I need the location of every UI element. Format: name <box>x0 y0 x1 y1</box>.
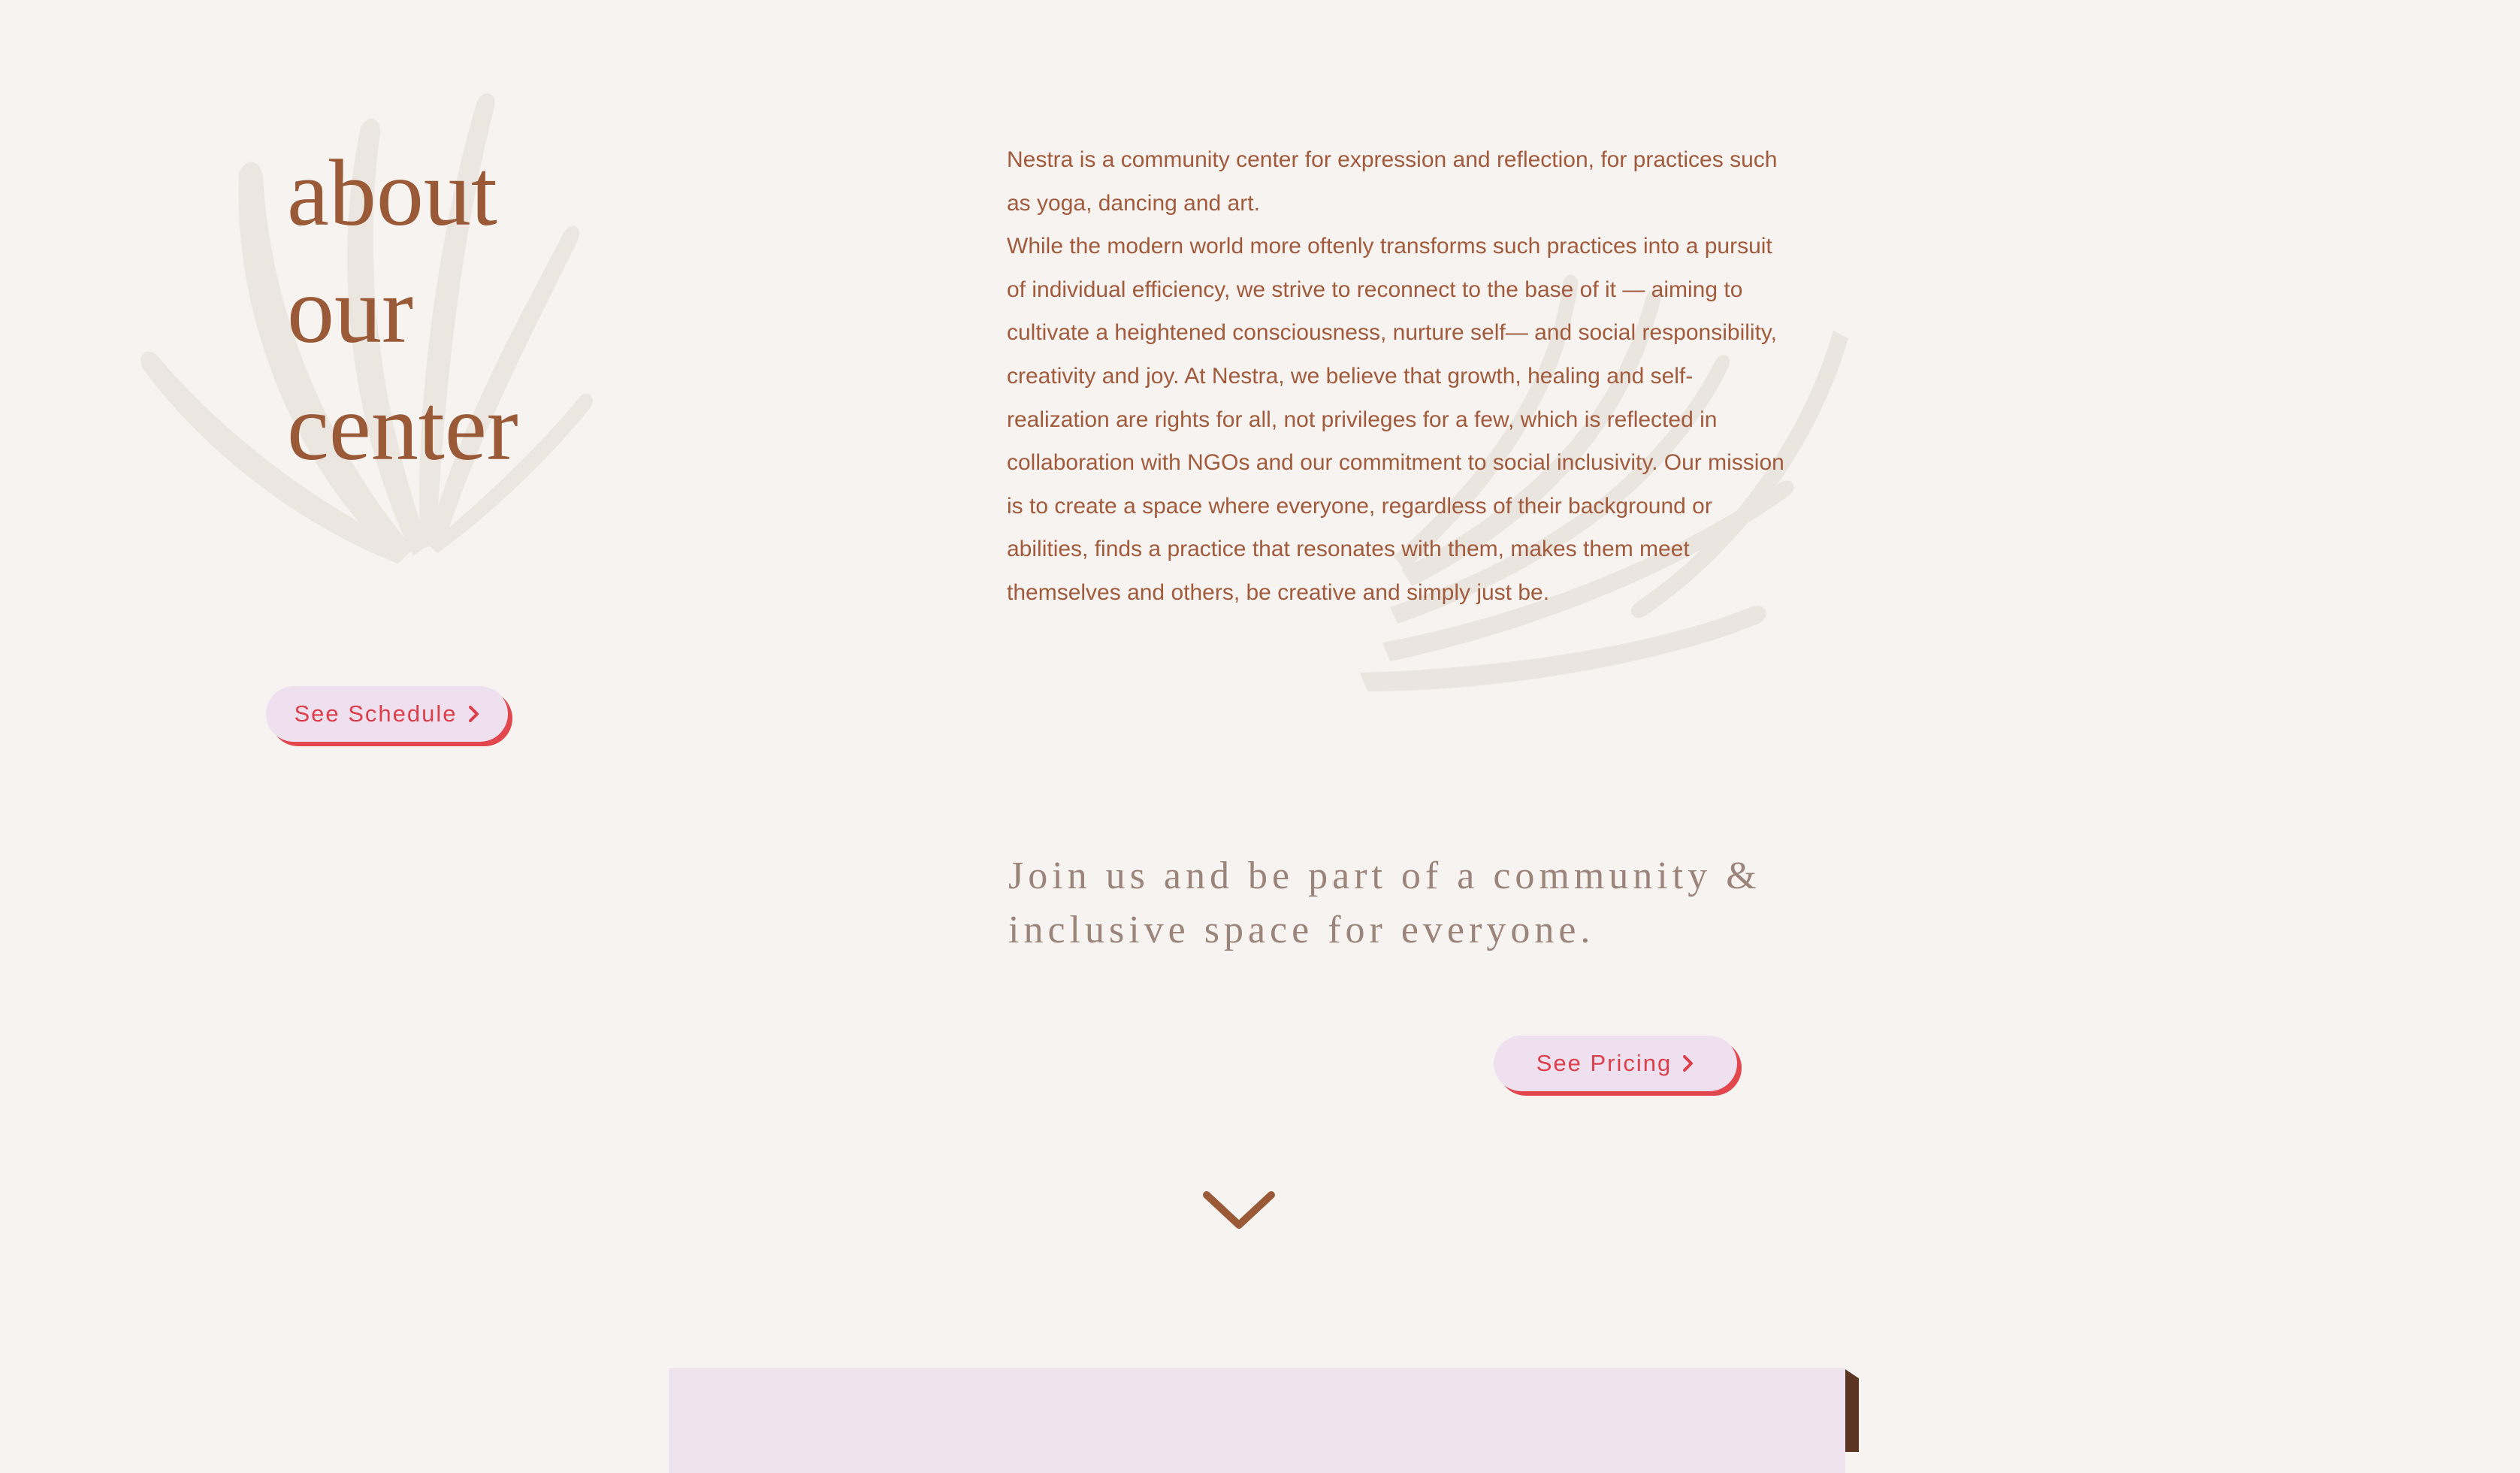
see-pricing-label: See Pricing <box>1536 1050 1672 1076</box>
card-edge <box>1845 1369 1859 1452</box>
heading-line: our <box>287 259 413 363</box>
chevron-right-icon <box>468 706 479 722</box>
intro-paragraph: While the modern world more oftenly tran… <box>1007 234 1784 605</box>
heading-line: center <box>287 376 518 480</box>
tagline: Join us and be part of a community & inc… <box>1008 854 1761 951</box>
see-schedule-label: See Schedule <box>294 700 458 727</box>
heading-line: about <box>287 141 497 246</box>
intro-text: Nestra is a community center for express… <box>1007 138 1788 615</box>
chevron-down-icon[interactable] <box>1201 1187 1277 1234</box>
see-schedule-button[interactable]: See Schedule <box>266 686 508 742</box>
next-section-card <box>669 1368 1845 1473</box>
section-heading: about our center <box>287 135 518 487</box>
see-pricing-button[interactable]: See Pricing <box>1494 1036 1737 1091</box>
intro-paragraph: Nestra is a community center for express… <box>1007 147 1778 216</box>
chevron-right-icon <box>1683 1055 1694 1072</box>
